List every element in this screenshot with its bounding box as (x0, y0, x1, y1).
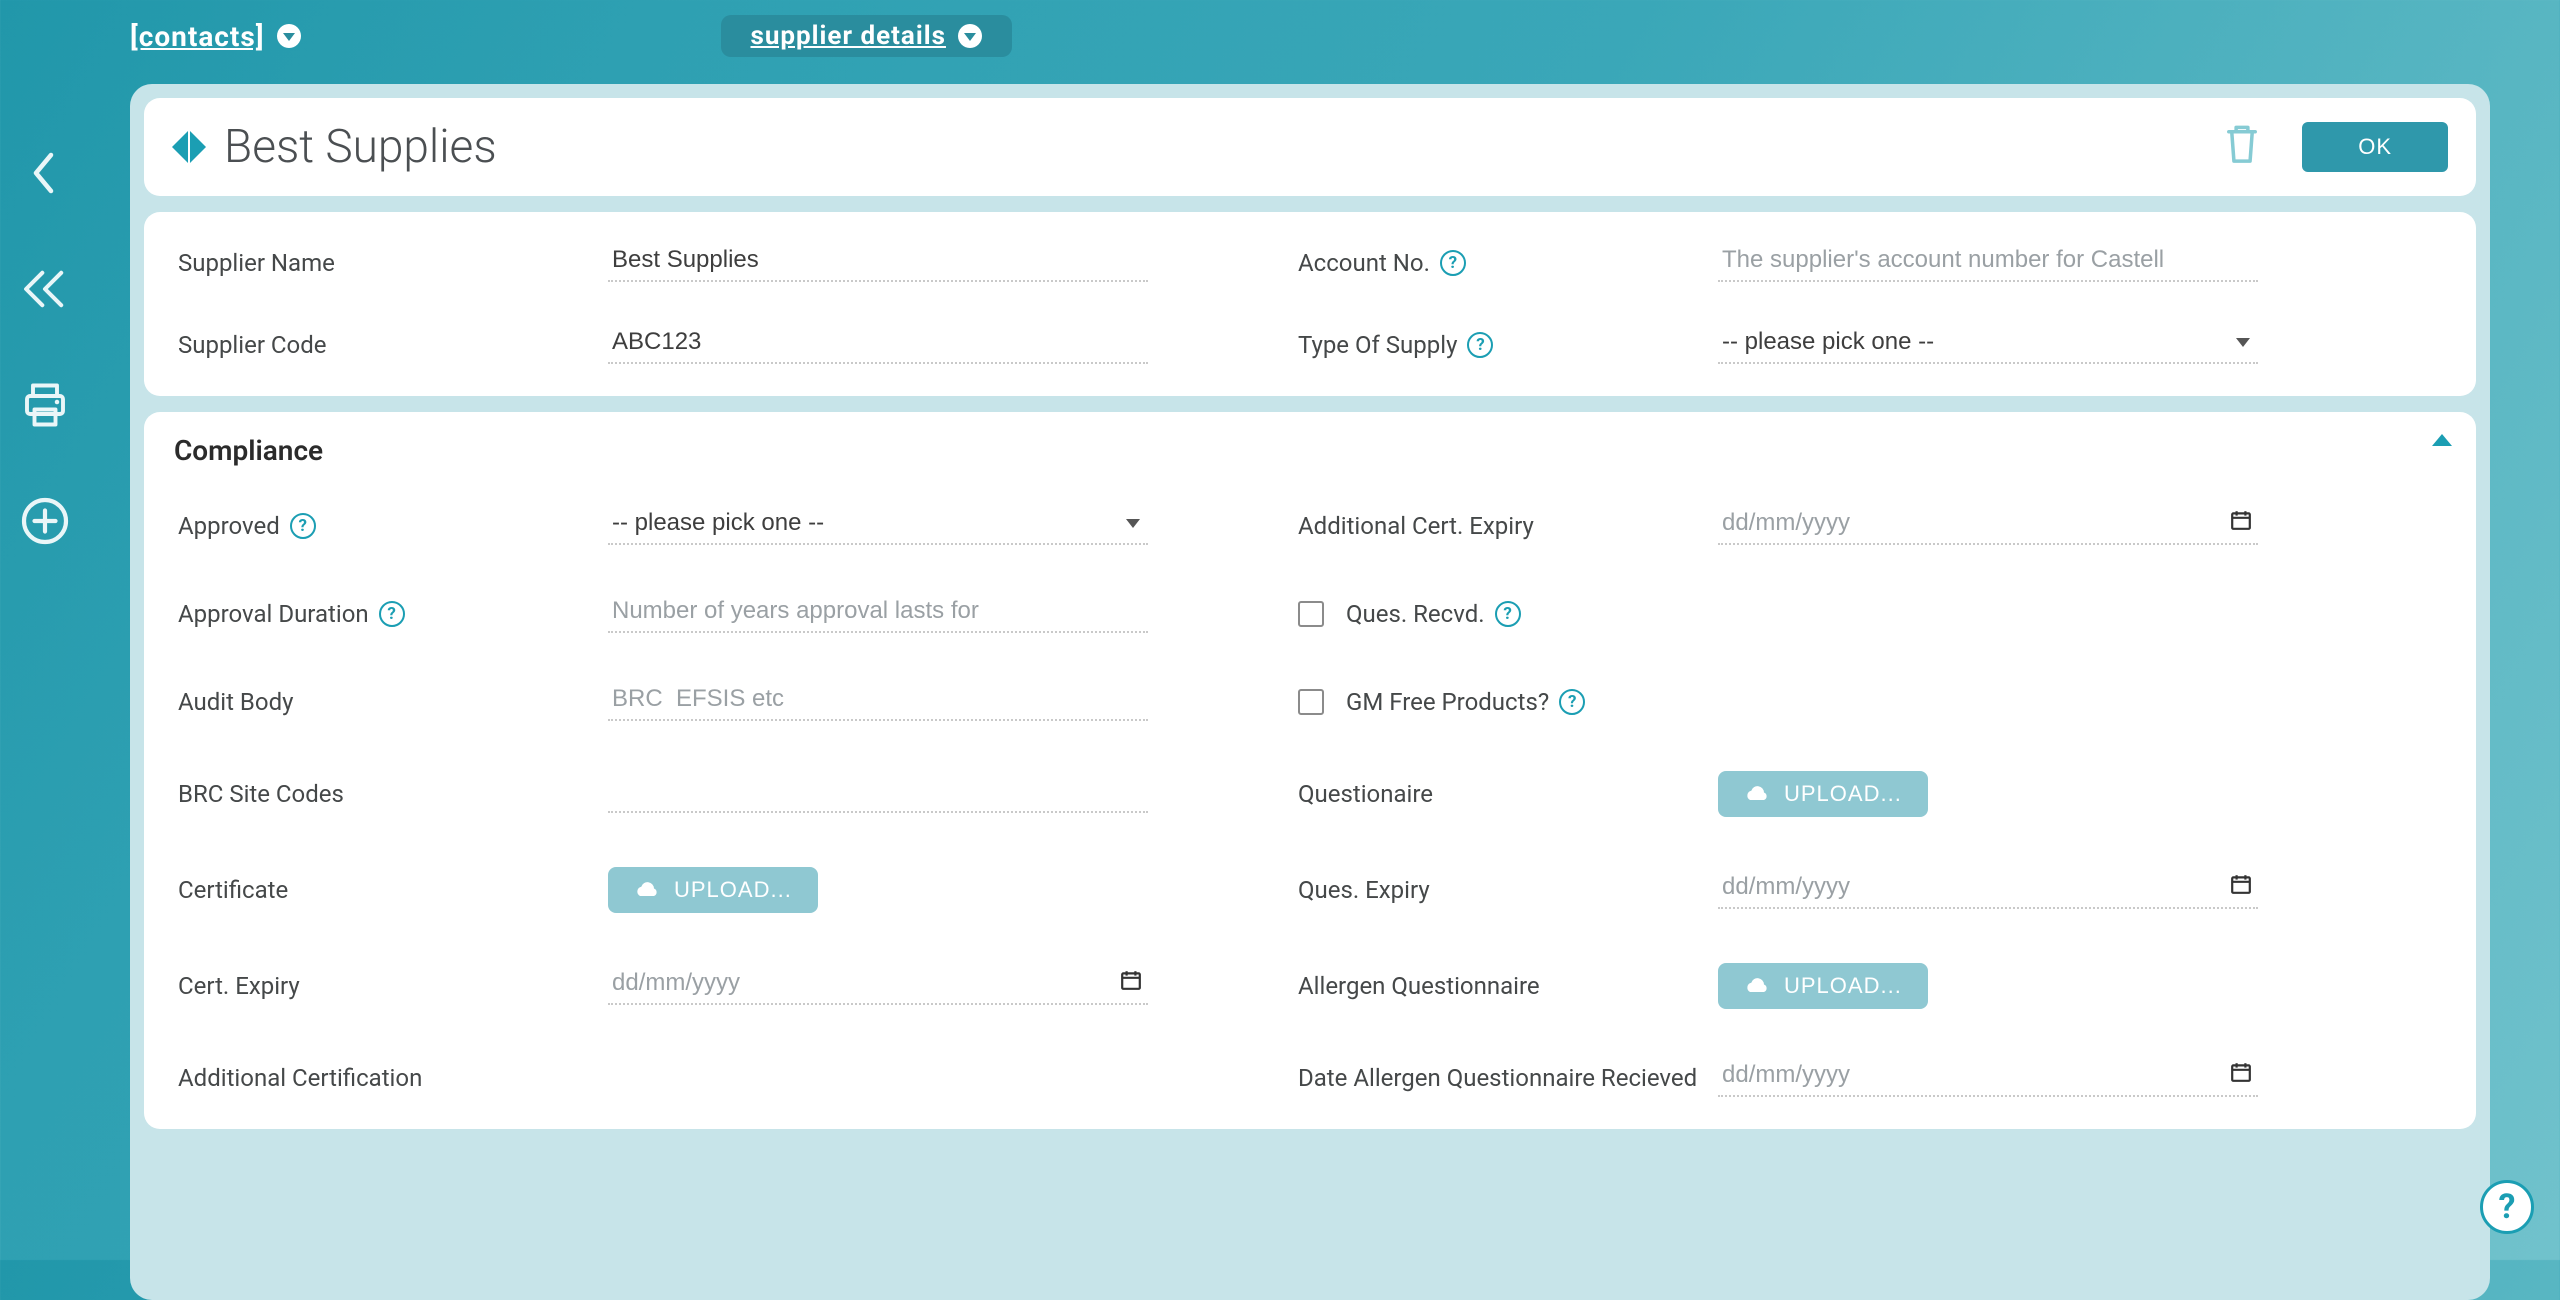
add-cert-expiry-input[interactable] (1718, 507, 2258, 545)
main-panel: Best Supplies OK Supplier Name Account N… (130, 84, 2490, 1300)
account-no-input[interactable] (1718, 244, 2258, 282)
date-allergen-label: Date Allergen Questionnaire Recieved (1298, 1064, 1718, 1092)
date-allergen-input[interactable] (1718, 1059, 2258, 1097)
back-all-button[interactable] (17, 261, 73, 317)
compliance-title: Compliance (174, 434, 2448, 467)
breadcrumb-contacts[interactable]: [contacts] (130, 20, 301, 53)
ok-button[interactable]: OK (2302, 122, 2448, 172)
approval-duration-input[interactable] (608, 595, 1148, 633)
type-of-supply-label: Type Of Supply ? (1298, 331, 1718, 359)
brc-label: BRC Site Codes (178, 780, 608, 808)
account-no-label: Account No. ? (1298, 249, 1718, 277)
ques-expiry-label: Ques. Expiry (1298, 876, 1718, 904)
breadcrumb-supplier-details-label: supplier details (751, 21, 946, 51)
add-cert-expiry-label: Additional Cert. Expiry (1298, 512, 1718, 540)
help-icon[interactable]: ? (1559, 689, 1585, 715)
gm-free-checkbox[interactable] (1298, 689, 1324, 715)
help-icon[interactable]: ? (1467, 332, 1493, 358)
brc-input[interactable] (608, 775, 1148, 813)
supplier-name-input[interactable] (608, 244, 1148, 282)
left-rail (0, 0, 90, 1260)
certificate-label: Certificate (178, 876, 608, 904)
delete-button[interactable] (2224, 123, 2260, 171)
gm-free-label: GM Free Products? ? (1346, 688, 1585, 716)
supplier-code-label: Supplier Code (178, 331, 608, 359)
compliance-card: Compliance Approved ? Additional Cert. E… (144, 412, 2476, 1129)
cert-expiry-input[interactable] (608, 967, 1148, 1005)
approval-duration-label: Approval Duration ? (178, 600, 608, 628)
print-button[interactable] (17, 377, 73, 433)
cert-expiry-label: Cert. Expiry (178, 972, 608, 1000)
audit-body-input[interactable] (608, 683, 1148, 721)
top-nav: [contacts] supplier details (130, 6, 1012, 66)
supplier-name-label: Supplier Name (178, 249, 608, 277)
supplier-card: Supplier Name Account No. ? Supplier Cod… (144, 212, 2476, 396)
approved-label: Approved ? (178, 512, 608, 540)
header-card: Best Supplies OK (144, 98, 2476, 196)
page-title: Best Supplies (224, 120, 497, 174)
additional-cert-label: Additional Certification (178, 1064, 608, 1092)
audit-body-label: Audit Body (178, 688, 608, 716)
questionaire-upload-button[interactable]: UPLOAD... (1718, 771, 1928, 817)
ques-recvd-checkbox[interactable] (1298, 601, 1324, 627)
add-button[interactable] (17, 493, 73, 549)
breadcrumb-contacts-label: [contacts] (130, 20, 265, 53)
chevron-right-icon (190, 131, 206, 163)
help-button[interactable]: ? (2480, 1180, 2534, 1234)
supplier-code-input[interactable] (608, 326, 1148, 364)
allergen-upload-button[interactable]: UPLOAD... (1718, 963, 1928, 1009)
breadcrumb-supplier-details[interactable]: supplier details (721, 15, 1012, 57)
chevron-left-icon (172, 131, 188, 163)
help-icon[interactable]: ? (1440, 250, 1466, 276)
back-button[interactable] (17, 145, 73, 201)
ques-recvd-label: Ques. Recvd. ? (1346, 600, 1521, 628)
chevron-down-icon (958, 24, 982, 48)
approved-select[interactable] (608, 507, 1148, 545)
type-of-supply-select[interactable] (1718, 326, 2258, 364)
help-icon[interactable]: ? (290, 513, 316, 539)
record-nav[interactable] (172, 131, 206, 163)
help-icon[interactable]: ? (1495, 601, 1521, 627)
chevron-down-icon (277, 24, 301, 48)
questionaire-label: Questionaire (1298, 780, 1718, 808)
certificate-upload-button[interactable]: UPLOAD... (608, 867, 818, 913)
collapse-toggle[interactable] (2432, 434, 2452, 446)
allergen-q-label: Allergen Questionnaire (1298, 972, 1718, 1000)
help-icon[interactable]: ? (379, 601, 405, 627)
ques-expiry-input[interactable] (1718, 871, 2258, 909)
